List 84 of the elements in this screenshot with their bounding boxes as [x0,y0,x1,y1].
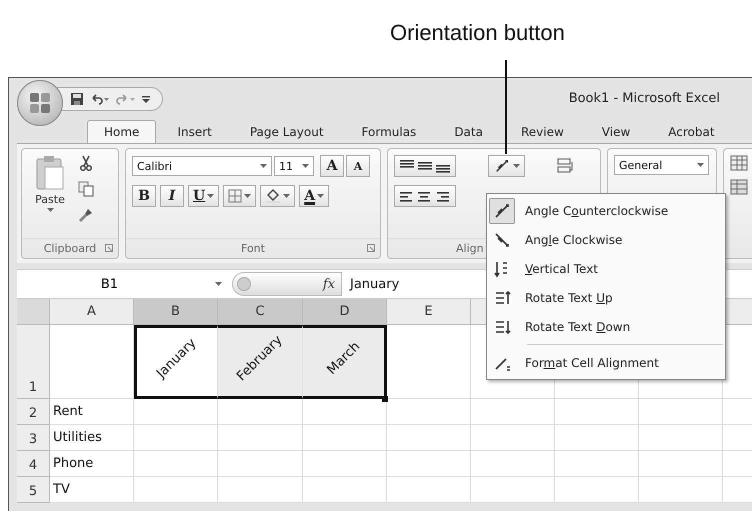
font-name-field[interactable]: Calibri [132,156,272,176]
column-header[interactable]: D [303,299,387,325]
slanted-up-icon [493,158,511,174]
insert-function-button[interactable]: fx [322,276,335,292]
ribbon-tab[interactable]: Acrobat [651,120,732,143]
caret-icon [697,163,704,167]
menu-item[interactable]: Vertical Text [489,254,723,283]
column-header[interactable]: B [134,299,218,325]
squares-icon [28,90,52,114]
menu-item[interactable]: Rotate Text Up [489,283,723,312]
knob-icon [237,277,251,291]
caret-icon [244,194,252,198]
table-cell: TV [50,477,134,503]
ribbon-tab[interactable]: Home [87,120,156,143]
caret-icon [317,194,324,198]
row-header[interactable]: 4 [17,451,50,477]
group-label: Align [456,242,484,255]
align-left-icon[interactable] [399,189,415,203]
orientation-button[interactable] [488,155,525,177]
menu-item[interactable]: Angle Clockwise [489,225,723,254]
ribbon-tab[interactable]: Review [504,120,581,143]
fill-color-button[interactable] [260,185,296,207]
copy-icon[interactable] [78,181,94,197]
row-header[interactable]: 5 [17,477,50,503]
table-icon[interactable] [730,155,748,171]
caret-icon [283,194,290,198]
launcher-icon[interactable] [367,244,375,252]
brush-icon[interactable] [78,207,94,223]
office-button[interactable] [17,80,63,126]
table-cell: Utilities [50,425,134,451]
caret-icon [207,194,214,198]
column-header[interactable]: A [50,299,134,325]
menu-item[interactable]: Format Cell Alignment [489,348,723,377]
menu-item[interactable]: Rotate Text Down [489,312,723,341]
row-header[interactable]: 2 [17,399,50,425]
slanted-up-icon [493,202,511,220]
bold-button[interactable]: B [132,185,156,207]
name-box[interactable]: B1 [17,270,232,298]
fill-handle[interactable] [382,396,388,402]
undo-icon[interactable] [90,92,110,104]
shrink-font-button[interactable]: A [346,155,370,177]
caret-icon [46,208,54,212]
caret-icon [513,164,520,168]
slanted-down-icon [493,230,511,248]
font-color-button[interactable]: A [299,185,330,207]
font-size-field[interactable]: 11 [274,156,314,176]
rotate-up-icon [493,288,511,306]
caret-icon [302,164,309,168]
formula-field[interactable]: January [342,276,400,292]
underline-button[interactable]: U [188,185,220,207]
launcher-icon[interactable] [105,244,113,252]
callout-label: Orientation button [390,20,565,46]
customize-icon[interactable] [142,94,150,104]
paste-button[interactable]: Paste [28,155,72,238]
save-icon[interactable] [70,92,84,106]
italic-button[interactable]: I [160,185,184,207]
ribbon-tab[interactable]: Insert [160,120,229,143]
group-label: Clipboard [44,242,96,255]
ribbon-tab[interactable]: Data [437,120,500,143]
caret-icon [215,282,222,286]
row-header[interactable]: 1 [17,325,50,399]
borders-button[interactable] [223,185,256,207]
table-cell: Phone [50,451,134,477]
column-header[interactable]: C [218,299,303,325]
group-label: Font [241,242,265,255]
number-format-field[interactable]: General [614,155,709,175]
window-title: Book1 - Microsoft Excel [568,91,720,106]
ribbon-tab[interactable]: View [584,120,648,143]
caret-icon [260,164,267,168]
borders-icon [228,189,242,203]
row-header[interactable]: 3 [17,425,50,451]
align-right-icon[interactable] [435,189,451,203]
wrap-text-icon[interactable] [557,158,575,174]
paint-bucket-icon [265,189,282,203]
ribbon-tab[interactable]: Formulas [344,120,434,143]
align-center-icon[interactable] [417,189,433,203]
scissors-icon[interactable] [78,155,94,171]
menu-item[interactable]: Angle Counterclockwise [489,196,723,225]
table-cell: Rent [50,399,134,425]
clipboard-icon [35,155,65,191]
table-icon[interactable] [730,179,748,195]
grow-font-button[interactable]: A [320,155,344,177]
column-header[interactable]: E [387,299,471,325]
ribbon-tab[interactable]: Page Layout [232,120,341,143]
